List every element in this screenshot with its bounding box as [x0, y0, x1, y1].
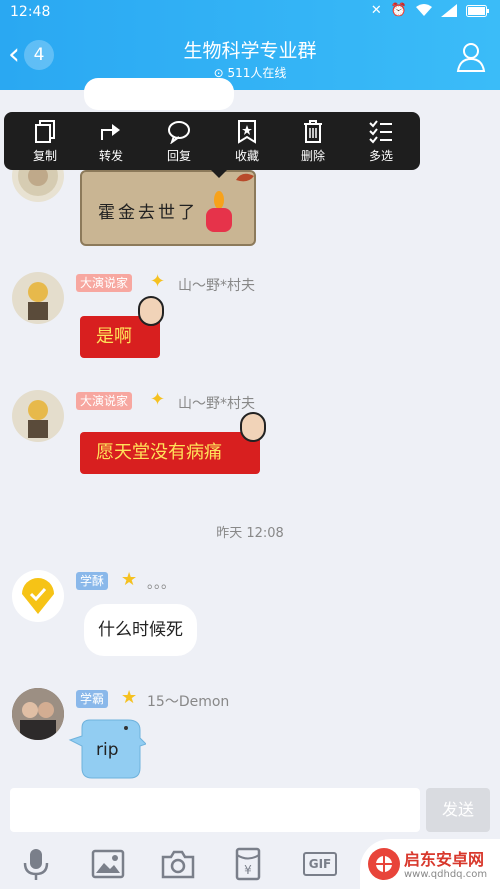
copy-label: 复制: [32, 149, 57, 163]
image-icon[interactable]: [88, 847, 128, 881]
message-text: rip: [96, 740, 119, 760]
avatar-image: [28, 282, 48, 320]
delete-button[interactable]: 删除: [288, 118, 338, 164]
favorite-icon: [238, 120, 256, 144]
member-title-tag: 大演说家: [76, 274, 133, 292]
member-title-tag: 学霸: [76, 690, 109, 708]
battery-icon: [466, 4, 489, 17]
camera-icon[interactable]: [158, 847, 198, 881]
group-title: 生物科学专业群: [183, 40, 317, 62]
status-icons: ✕ ⏰: [371, 3, 490, 18]
input-toolbar: ¥ GIF 启东安卓网 www.qdhdq.com: [0, 838, 500, 889]
member-title-tag: 学酥: [76, 572, 109, 590]
status-bar: 12:48 ✕ ⏰: [0, 0, 500, 26]
message-context-menu: 复制 转发 回复 收藏 删除 多选: [4, 112, 420, 178]
candle-icon: [206, 191, 232, 232]
delete-icon: [304, 120, 322, 143]
level-star-icon: ★: [121, 687, 138, 708]
message-bubble[interactable]: rip: [68, 716, 146, 780]
favorite-button[interactable]: 收藏: [222, 118, 272, 164]
bubble-character-icon: [138, 296, 164, 326]
avatar[interactable]: [12, 688, 64, 740]
status-time: 12:48: [10, 4, 51, 20]
level-star-icon: ★: [121, 569, 138, 590]
sender-nickname[interactable]: 山～野*村夫: [178, 275, 255, 295]
microphone-icon[interactable]: [16, 847, 56, 881]
message-bubble[interactable]: 愿天堂没有病痛: [80, 432, 260, 474]
message-bubble-partial[interactable]: [84, 78, 234, 110]
forward-icon: [101, 124, 120, 140]
alarm-icon: ⏰: [390, 3, 407, 18]
avatar-image: [28, 400, 48, 438]
level-star-icon: ✦: [150, 389, 166, 410]
watermark: 启东安卓网 www.qdhdq.com: [360, 839, 500, 889]
signal-icon: [441, 4, 457, 17]
message-text: 是啊: [96, 326, 132, 347]
message-bubble[interactable]: 什么时候死: [84, 604, 197, 656]
copy-button[interactable]: 复制: [20, 118, 70, 164]
message-input[interactable]: [10, 788, 420, 832]
watermark-url: www.qdhdq.com: [404, 869, 488, 880]
bubble-character-icon: [240, 412, 266, 442]
avatar[interactable]: [12, 272, 64, 324]
sender-nickname[interactable]: 。。。: [147, 573, 175, 593]
sender-nickname[interactable]: 15～Demon: [147, 691, 229, 711]
mute-icon: ✕: [370, 3, 382, 18]
dragon-icon: [236, 173, 254, 182]
multiselect-label: 多选: [368, 149, 393, 163]
avatar-image: [22, 578, 54, 614]
level-star-icon: ✦: [150, 271, 166, 292]
gif-icon: GIF: [303, 852, 337, 876]
svg-text:¥: ¥: [244, 863, 252, 877]
avatar[interactable]: [12, 570, 64, 622]
watermark-logo-icon: [368, 848, 400, 880]
group-members-icon[interactable]: [454, 40, 488, 74]
time-divider: 昨天 12:08: [216, 526, 284, 541]
delete-label: 删除: [300, 149, 325, 163]
wifi-icon: [416, 4, 432, 16]
chat-header: ‹ 4 生物科学专业群 ⊙ 511人在线: [0, 26, 500, 90]
sender-nickname[interactable]: 山～野*村夫: [178, 393, 255, 413]
reply-icon: [168, 121, 190, 144]
multiselect-icon: [369, 120, 392, 144]
sticker-message[interactable]: 霍金去世了: [80, 170, 256, 246]
multiselect-button[interactable]: 多选: [356, 118, 406, 164]
reply-button[interactable]: 回复: [154, 118, 204, 164]
avatar-image: [12, 688, 64, 740]
forward-label: 转发: [98, 149, 123, 163]
message-text: 什么时候死: [98, 620, 183, 640]
copy-icon: [35, 120, 55, 143]
online-count-text: 511人在线: [227, 66, 287, 80]
gif-label: GIF: [308, 857, 332, 871]
input-bar: 发送: [0, 782, 500, 838]
watermark-title: 启东安卓网: [404, 850, 485, 869]
online-count: ⊙ 511人在线: [0, 64, 500, 81]
member-title-tag: 大演说家: [76, 392, 133, 410]
avatar[interactable]: [12, 390, 64, 442]
send-button[interactable]: 发送: [426, 788, 490, 832]
sticker-text: 霍金去世了: [98, 203, 198, 223]
message-text: 愿天堂没有病痛: [96, 442, 222, 463]
gif-button[interactable]: GIF: [300, 847, 340, 881]
red-packet-icon[interactable]: ¥: [228, 847, 268, 881]
favorite-label: 收藏: [234, 149, 259, 163]
forward-button[interactable]: 转发: [86, 118, 136, 164]
reply-label: 回复: [166, 149, 191, 163]
